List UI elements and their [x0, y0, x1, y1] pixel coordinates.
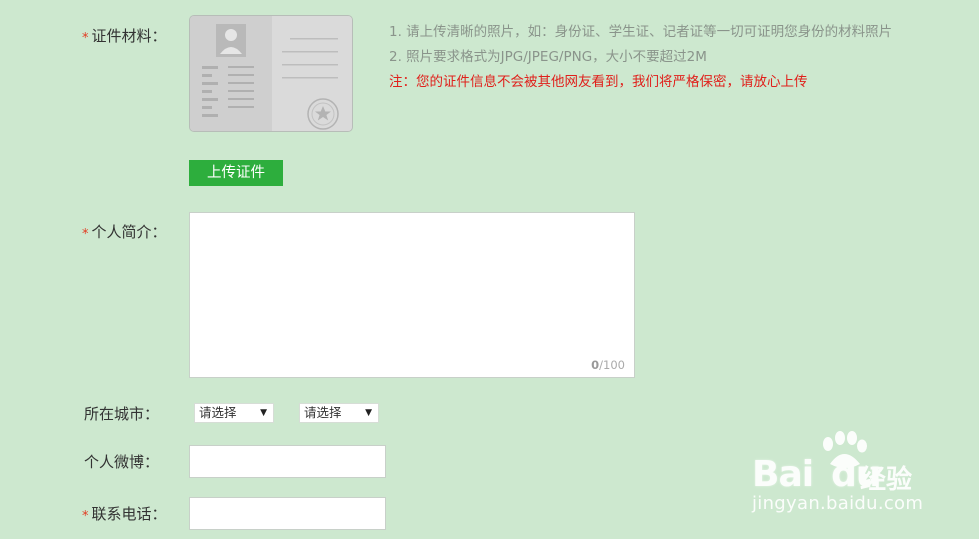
required-mark: * [82, 31, 89, 46]
phone-input[interactable] [189, 497, 386, 530]
bio-textarea[interactable] [190, 213, 634, 377]
phone-label-text: 联系电话： [91, 505, 167, 523]
city-select-value: 请选择 [304, 405, 342, 420]
province-select-value: 请选择 [199, 405, 237, 420]
bio-label-text: 个人简介： [91, 223, 167, 241]
bio-char-count: 0 [591, 358, 600, 372]
id-card-placeholder-image [189, 15, 353, 132]
baidu-logo-bai: Bai [752, 454, 814, 495]
required-mark: * [82, 509, 89, 524]
city-select[interactable]: 请选择 ▼ [299, 403, 379, 423]
cert-hint-1: 1. 请上传清晰的照片，如：身份证、学生证、记者证等一切可证明您身份的材料照片 [389, 24, 893, 40]
id-card-icon [190, 16, 352, 131]
province-select[interactable]: 请选择 ▼ [194, 403, 274, 423]
city-label: 所在城市： [84, 405, 160, 423]
jingyan-brand: 经验 [860, 465, 913, 495]
bio-char-counter: 0/100 [591, 358, 625, 372]
weibo-input[interactable] [189, 445, 386, 478]
required-mark: * [82, 227, 89, 242]
bio-label: * 个人简介： [82, 221, 167, 242]
cert-hint-2: 2. 照片要求格式为JPG/JPEG/PNG，大小不要超过2M [389, 49, 707, 65]
baidu-jingyan-watermark: Bai du 经验 jingyan.baidu.com [752, 431, 942, 520]
jingyan-url: jingyan.baidu.com [752, 493, 924, 514]
cert-privacy-warning: 注：您的证件信息不会被其他网友看到，我们将严格保密，请放心上传 [389, 74, 808, 90]
bio-char-max: /100 [599, 358, 625, 372]
phone-label: * 联系电话： [82, 503, 167, 524]
cert-label: * 证件材料： [82, 25, 167, 46]
cert-label-text: 证件材料： [91, 27, 167, 45]
weibo-label: 个人微博： [84, 453, 160, 471]
upload-certificate-button[interactable]: 上传证件 [189, 160, 283, 186]
chevron-down-icon: ▼ [365, 408, 372, 418]
chevron-down-icon: ▼ [260, 408, 267, 418]
bio-textarea-box: 0/100 [189, 212, 635, 378]
